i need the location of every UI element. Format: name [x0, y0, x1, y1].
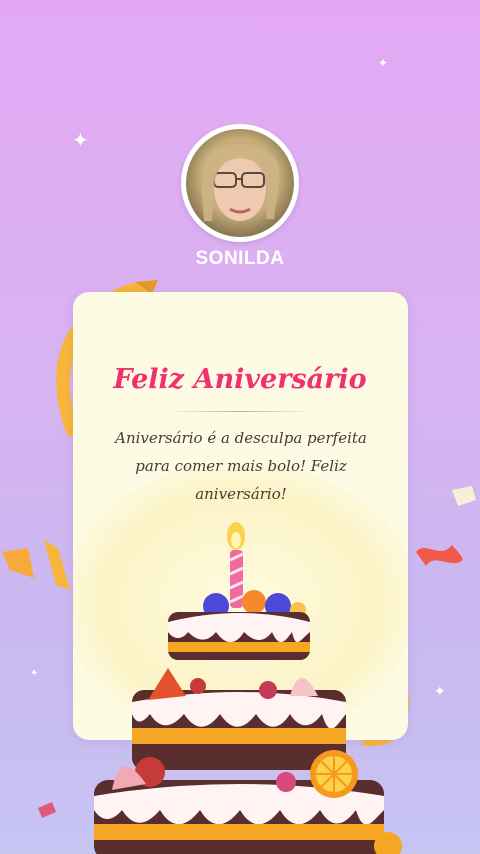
cake-icon [94, 522, 402, 854]
candle-icon [227, 522, 245, 608]
avatar[interactable] [186, 129, 294, 237]
card-message: Aniversário é a desculpa perfeita para c… [115, 429, 367, 503]
title-divider [165, 411, 315, 412]
card-title: Feliz Aniversário [113, 364, 367, 395]
profile-name: SONILDA [195, 248, 285, 269]
avatar-photo [202, 143, 280, 221]
avatar-frame[interactable] [181, 124, 299, 242]
